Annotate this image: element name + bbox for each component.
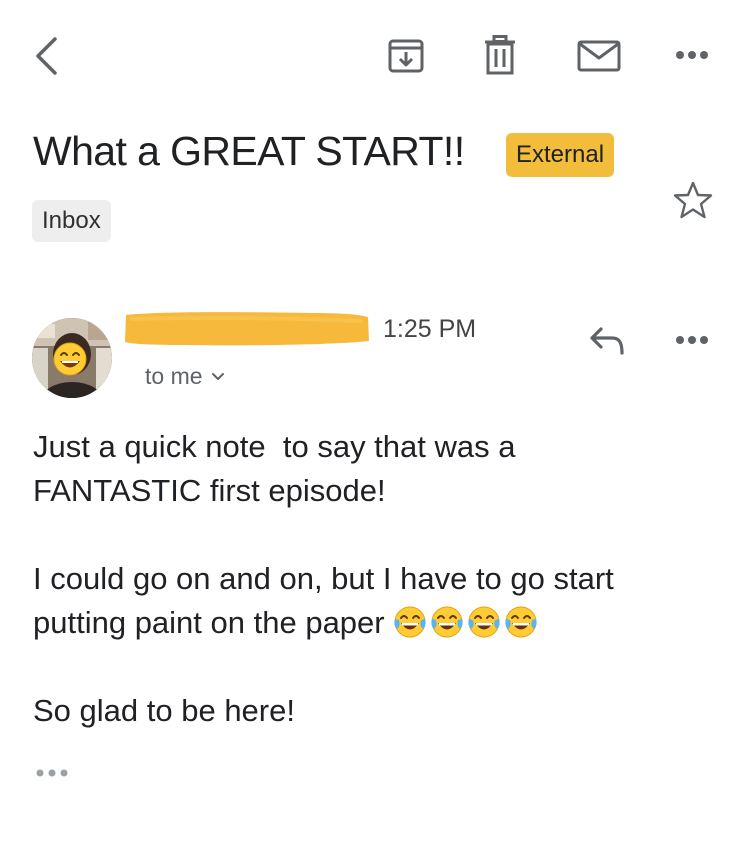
sender-name-redaction	[122, 309, 372, 349]
archive-icon	[388, 39, 424, 73]
avatar-photo	[32, 318, 112, 398]
more-horizontal-icon	[36, 769, 68, 777]
body-line-5: So glad to be here!	[33, 693, 295, 728]
tears-of-joy-emoji-icon	[505, 606, 537, 638]
tears-of-joy-emoji-icon	[468, 606, 500, 638]
email-subject: What a GREAT START!!	[33, 128, 465, 174]
delete-button[interactable]	[478, 32, 522, 78]
star-button[interactable]	[670, 178, 716, 222]
archive-button[interactable]	[384, 34, 428, 78]
mark-unread-button[interactable]	[575, 34, 623, 78]
email-body: Just a quick note to say that was a FANT…	[33, 425, 733, 777]
body-paragraph-1: Just a quick note to say that was a FANT…	[33, 425, 733, 513]
reply-icon	[590, 327, 624, 355]
more-horizontal-icon	[676, 336, 708, 344]
sender-avatar[interactable]	[32, 318, 112, 398]
tears-of-joy-emoji-icon	[431, 606, 463, 638]
tears-of-joy-emoji-icon	[394, 606, 426, 638]
recipient-details-toggle[interactable]: to me	[145, 363, 225, 390]
body-line-2: FANTASTIC first episode!	[33, 473, 386, 508]
laughing-emoji-group	[393, 605, 541, 640]
more-options-button[interactable]	[670, 38, 714, 72]
body-line-3: I could go on and on, but I have to go s…	[33, 561, 614, 596]
inbox-label-chip[interactable]: Inbox	[32, 200, 111, 242]
body-line-1: Just a quick note to say that was a	[33, 429, 516, 464]
message-more-button[interactable]	[670, 325, 714, 355]
body-paragraph-3: So glad to be here!	[33, 689, 733, 733]
back-button[interactable]	[26, 34, 66, 78]
external-badge: External	[506, 133, 615, 177]
star-icon	[673, 181, 713, 219]
recipient-label: to me	[145, 363, 203, 389]
reply-button[interactable]	[584, 320, 630, 360]
body-paragraph-2: I could go on and on, but I have to go s…	[33, 557, 733, 645]
chevron-down-icon	[211, 372, 224, 380]
more-horizontal-icon	[676, 51, 708, 59]
trash-icon	[485, 35, 515, 75]
email-time: 1:25 PM	[383, 315, 477, 343]
show-trimmed-content-button[interactable]	[34, 765, 70, 781]
mail-icon	[577, 40, 621, 72]
body-line-4: putting paint on the paper	[33, 605, 385, 640]
back-arrow-icon	[36, 37, 57, 75]
